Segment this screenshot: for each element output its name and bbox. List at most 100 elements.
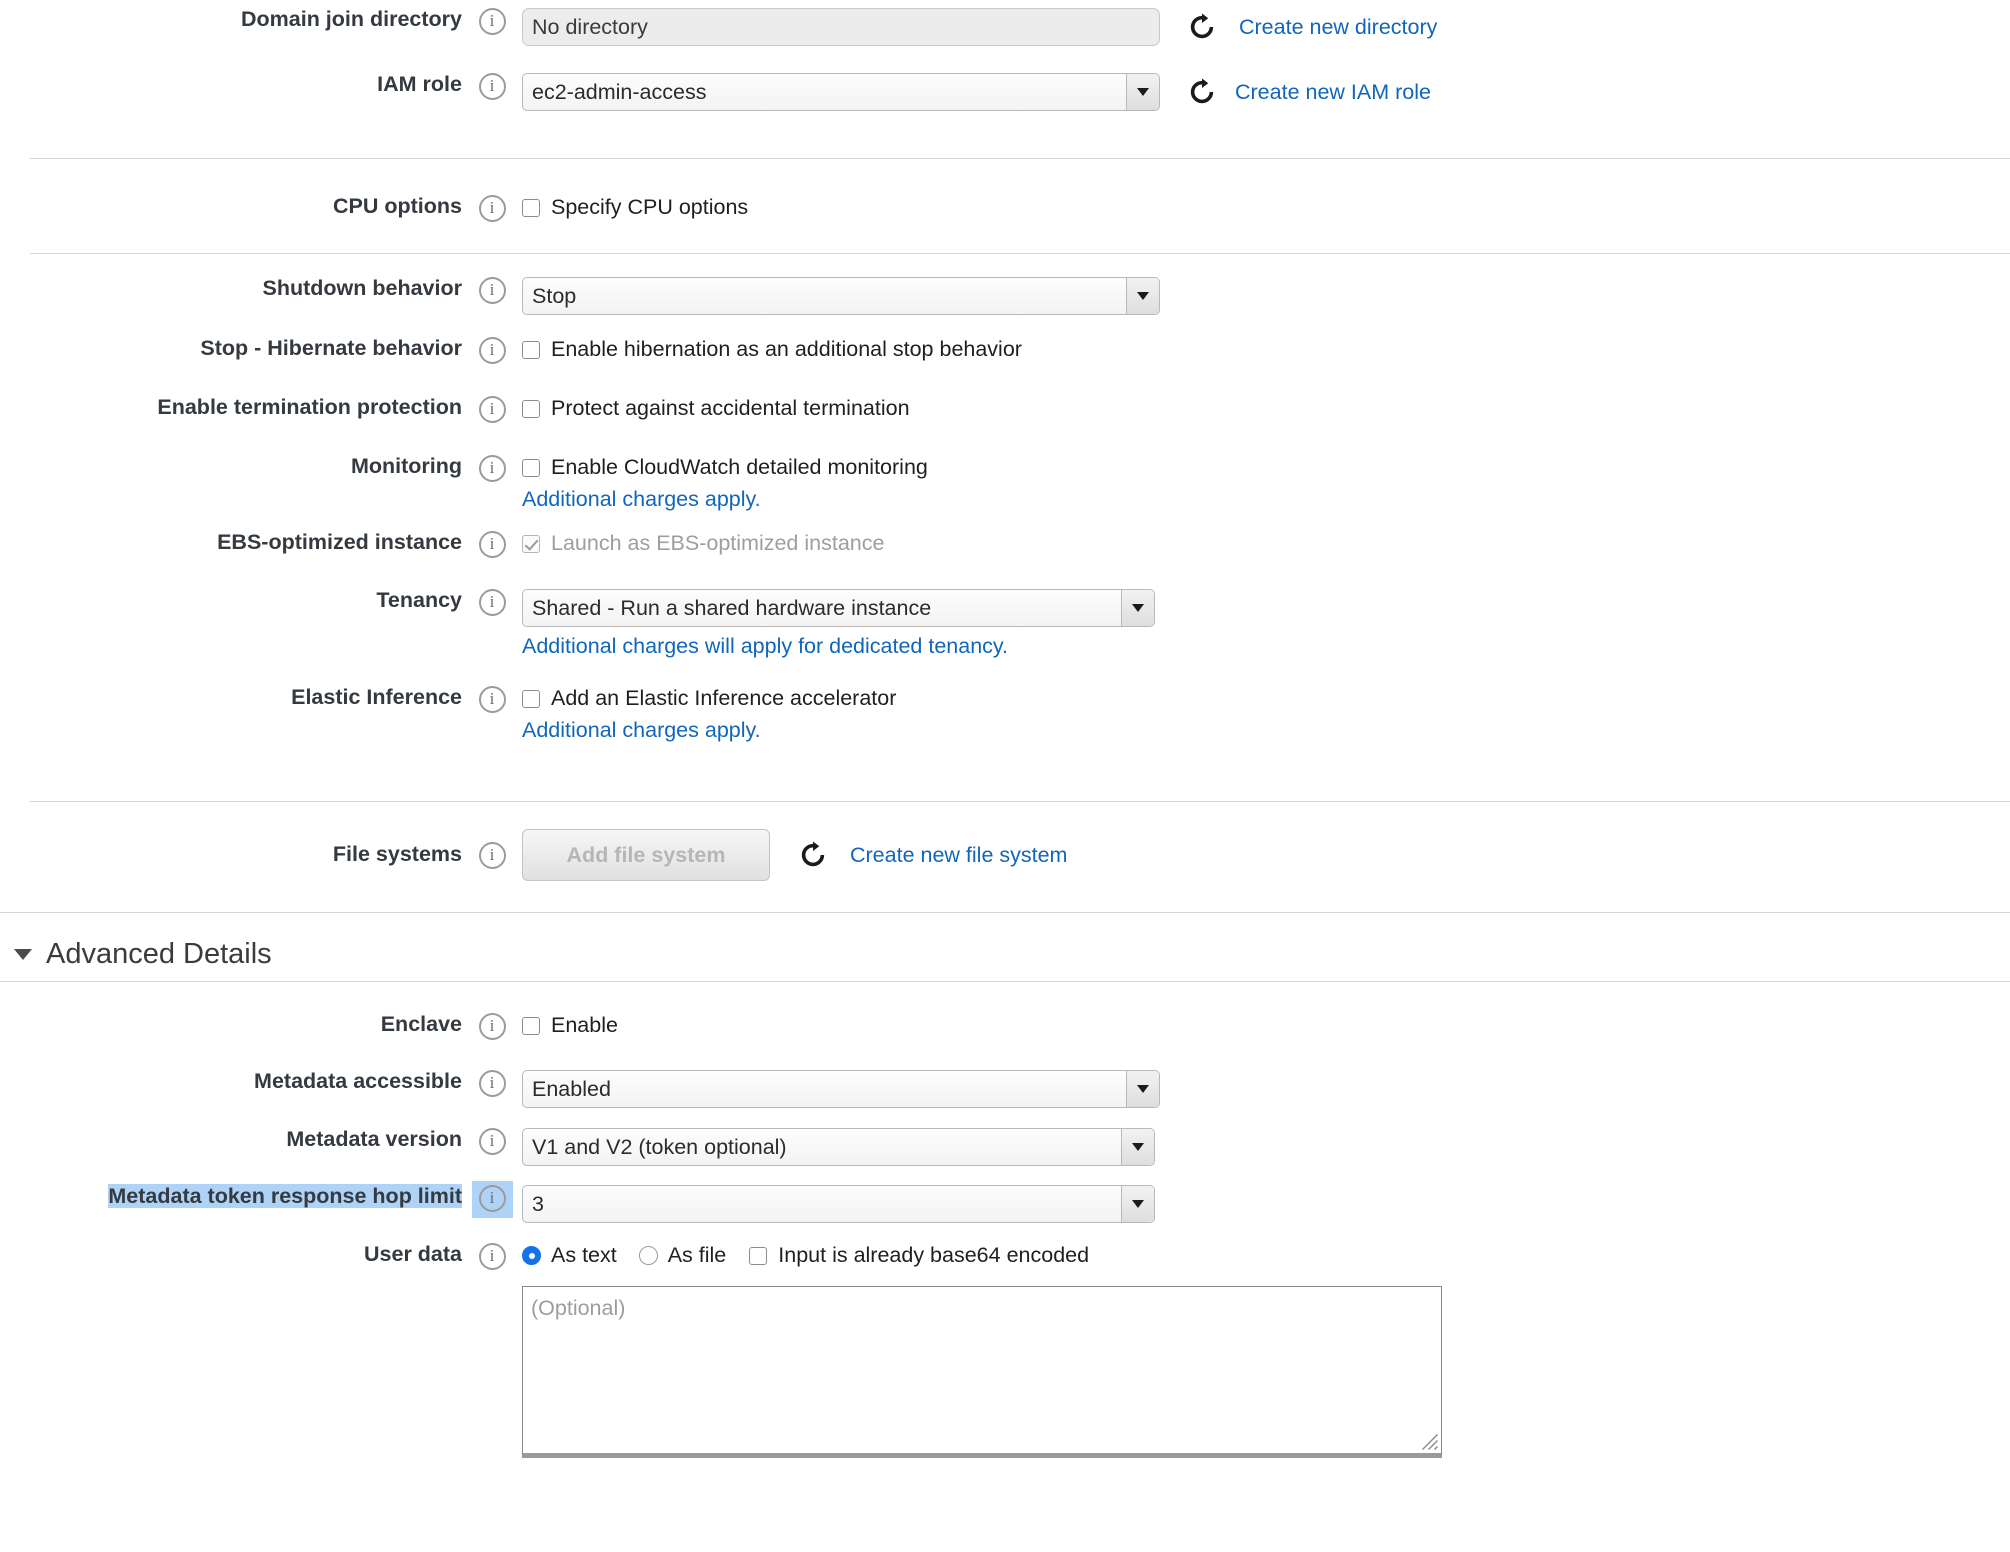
elastic-inference-checkbox-row[interactable]: Add an Elastic Inference accelerator — [522, 686, 2010, 711]
field-row-shutdown-behavior: Shutdown behavior i Stop — [0, 277, 2010, 315]
info-icon[interactable]: i — [479, 1185, 506, 1212]
iam-role-controls: ec2-admin-access Create new IAM role — [522, 73, 2010, 111]
info-icon[interactable]: i — [479, 455, 506, 482]
info-icon[interactable]: i — [479, 8, 506, 35]
field-row-file-systems: File systems i Add file system Create ne… — [0, 829, 2010, 881]
termination-protection-label: Enable termination protection — [0, 396, 462, 420]
iam-role-info-icon-wrap: i — [462, 73, 522, 100]
user-data-textarea-wrapper[interactable]: (Optional) — [522, 1286, 1442, 1458]
shutdown-behavior-label: Shutdown behavior — [0, 277, 462, 301]
divider — [0, 981, 2010, 982]
info-icon[interactable]: i — [479, 1128, 506, 1155]
metadata-accessible-info-icon-wrap: i — [462, 1070, 522, 1097]
monitoring-additional-charges-link[interactable]: Additional charges apply. — [522, 487, 761, 512]
hibernate-behavior-info-icon-wrap: i — [462, 337, 522, 364]
specify-cpu-options-checkbox-row[interactable]: Specify CPU options — [522, 195, 2010, 220]
elastic-inference-checkbox[interactable] — [522, 690, 540, 708]
ebs-optimized-checkbox — [522, 535, 540, 553]
refresh-icon[interactable] — [1187, 77, 1217, 107]
info-icon[interactable]: i — [479, 842, 506, 869]
elastic-inference-info-icon-wrap: i — [462, 686, 522, 713]
metadata-hop-limit-select[interactable]: 3 — [522, 1185, 1155, 1223]
info-icon[interactable]: i — [479, 337, 506, 364]
domain-join-directory-label: Domain join directory — [0, 8, 462, 32]
field-row-termination-protection: Enable termination protection i Protect … — [0, 396, 2010, 423]
monitoring-controls: Enable CloudWatch detailed monitoring Ad… — [522, 455, 2010, 512]
shutdown-behavior-info-icon-wrap: i — [462, 277, 522, 304]
ebs-optimized-info-icon-wrap: i — [462, 531, 522, 558]
hibernate-behavior-controls: Enable hibernation as an additional stop… — [522, 337, 2010, 362]
info-icon[interactable]: i — [479, 589, 506, 616]
cloudwatch-monitoring-checkbox-row[interactable]: Enable CloudWatch detailed monitoring — [522, 455, 2010, 480]
user-data-as-text-label: As text — [551, 1243, 617, 1268]
metadata-hop-limit-label-text: Metadata token response hop limit — [108, 1184, 462, 1208]
tenancy-controls: Shared - Run a shared hardware instance … — [522, 589, 2010, 659]
cloudwatch-monitoring-label: Enable CloudWatch detailed monitoring — [551, 455, 928, 480]
create-new-directory-link[interactable]: Create new directory — [1239, 15, 1437, 40]
enclave-enable-checkbox[interactable] — [522, 1017, 540, 1035]
info-icon[interactable]: i — [479, 1070, 506, 1097]
metadata-hop-limit-controls: 3 — [522, 1185, 2010, 1223]
protect-termination-checkbox-row[interactable]: Protect against accidental termination — [522, 396, 2010, 421]
metadata-hop-limit-info-highlight: i — [472, 1181, 513, 1218]
chevron-down-icon[interactable] — [1126, 74, 1159, 110]
shutdown-behavior-select[interactable]: Stop — [522, 277, 1160, 315]
chevron-down-icon[interactable] — [1121, 590, 1154, 626]
cloudwatch-monitoring-checkbox[interactable] — [522, 459, 540, 477]
user-data-base64-checkbox[interactable] — [749, 1247, 767, 1265]
info-icon[interactable]: i — [479, 1013, 506, 1040]
info-icon[interactable]: i — [479, 73, 506, 100]
cpu-options-controls: Specify CPU options — [522, 195, 2010, 220]
enable-hibernation-checkbox[interactable] — [522, 341, 540, 359]
metadata-accessible-label: Metadata accessible — [0, 1070, 462, 1094]
specify-cpu-options-label: Specify CPU options — [551, 195, 748, 220]
info-icon[interactable]: i — [479, 277, 506, 304]
info-icon[interactable]: i — [479, 531, 506, 558]
cpu-options-label: CPU options — [0, 195, 462, 219]
tenancy-additional-charges-link[interactable]: Additional charges will apply for dedica… — [522, 634, 1008, 659]
create-new-iam-role-link[interactable]: Create new IAM role — [1235, 80, 1431, 105]
enable-hibernation-checkbox-row[interactable]: Enable hibernation as an additional stop… — [522, 337, 2010, 362]
chevron-down-icon[interactable] — [1121, 1186, 1154, 1222]
metadata-accessible-select[interactable]: Enabled — [522, 1070, 1160, 1108]
tenancy-label: Tenancy — [0, 589, 462, 613]
info-icon[interactable]: i — [479, 195, 506, 222]
user-data-as-text-radio[interactable] — [522, 1246, 541, 1265]
refresh-icon[interactable] — [798, 840, 828, 870]
chevron-down-icon[interactable] — [1126, 278, 1159, 314]
field-row-metadata-version: Metadata version i V1 and V2 (token opti… — [0, 1128, 2010, 1166]
create-new-file-system-link[interactable]: Create new file system — [850, 843, 1067, 868]
chevron-down-icon[interactable] — [1126, 1071, 1159, 1107]
chevron-down-icon[interactable] — [1121, 1129, 1154, 1165]
monitoring-label: Monitoring — [0, 455, 462, 479]
specify-cpu-options-checkbox[interactable] — [522, 199, 540, 217]
metadata-hop-limit-label: Metadata token response hop limit — [0, 1185, 462, 1209]
user-data-as-file-radio[interactable] — [639, 1246, 658, 1265]
refresh-icon[interactable] — [1187, 12, 1217, 42]
info-icon[interactable]: i — [479, 686, 506, 713]
user-data-as-file-label: As file — [668, 1243, 727, 1268]
field-row-domain-join-directory: Domain join directory i No directory Cre… — [0, 8, 2010, 46]
resize-handle-icon[interactable] — [1421, 1433, 1439, 1451]
domain-join-directory-select[interactable]: No directory — [522, 8, 1160, 46]
tenancy-select[interactable]: Shared - Run a shared hardware instance — [522, 589, 1155, 627]
chevron-down-icon[interactable] — [14, 949, 32, 960]
field-row-enclave: Enclave i Enable — [0, 1013, 2010, 1040]
protect-termination-label: Protect against accidental termination — [551, 396, 910, 421]
info-icon[interactable]: i — [479, 1243, 506, 1270]
info-icon[interactable]: i — [479, 396, 506, 423]
file-systems-label: File systems — [0, 843, 462, 867]
iam-role-select[interactable]: ec2-admin-access — [522, 73, 1160, 111]
user-data-info-icon-wrap: i — [462, 1243, 522, 1270]
elastic-inference-additional-charges-link[interactable]: Additional charges apply. — [522, 718, 761, 743]
tenancy-info-icon-wrap: i — [462, 589, 522, 616]
hibernate-behavior-label: Stop - Hibernate behavior — [0, 337, 462, 361]
protect-termination-checkbox[interactable] — [522, 400, 540, 418]
advanced-details-header[interactable]: Advanced Details — [0, 938, 272, 971]
metadata-accessible-controls: Enabled — [522, 1070, 2010, 1108]
metadata-version-select[interactable]: V1 and V2 (token optional) — [522, 1128, 1155, 1166]
divider — [30, 158, 2010, 159]
elastic-inference-controls: Add an Elastic Inference accelerator Add… — [522, 686, 2010, 743]
file-systems-controls: Add file system Create new file system — [522, 829, 2010, 881]
enclave-enable-checkbox-row[interactable]: Enable — [522, 1013, 2010, 1038]
